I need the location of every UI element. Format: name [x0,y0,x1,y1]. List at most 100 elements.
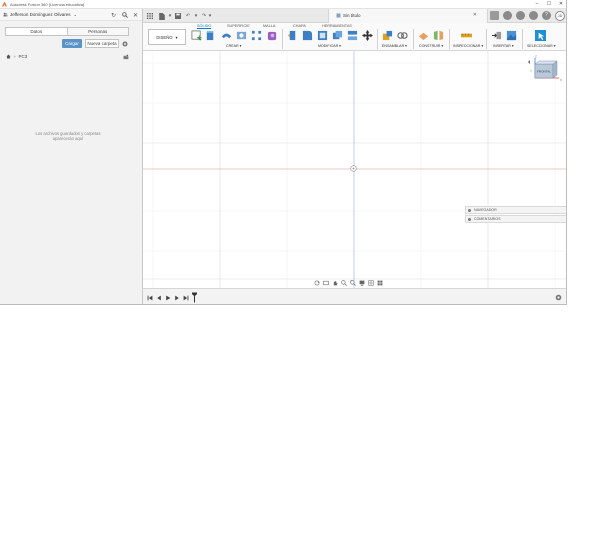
document-title: Sin título [343,13,361,18]
orbit-icon[interactable] [313,280,320,286]
chevron-down-icon[interactable]: ⌄ [73,12,76,17]
insert-image-icon[interactable] [506,30,517,41]
job-status-icon[interactable] [516,11,525,20]
minimize-button[interactable]: – [531,0,543,9]
refresh-icon[interactable]: ↻ [110,11,117,19]
group-assemble[interactable]: ENSAMBLAR ▾ [382,44,407,48]
extrude-icon[interactable] [205,30,216,41]
tab-sheet-metal[interactable]: CHAPA [293,24,306,28]
tab-solid[interactable]: SÓLIDO [197,24,212,29]
hole-icon[interactable] [236,30,247,41]
tab-tools[interactable]: HERRAMIENTAS [322,24,352,28]
joint-icon[interactable] [397,30,408,41]
collapse-icon[interactable] [468,217,471,221]
new-folder-button[interactable]: Nueva carpeta [85,39,119,48]
avatar[interactable]: JD [555,11,565,21]
file-icon[interactable] [158,12,166,20]
chevron-down-icon[interactable]: ▾ [166,12,174,20]
title-bar: Autodesk Fusion 360 (Licencia educativa)… [0,0,566,9]
comments-panel-header[interactable]: COMENTARIOS [465,215,566,223]
grid-menu-icon[interactable] [146,12,154,20]
tab-data[interactable]: Datos [6,28,67,35]
group-modify-label: MODIFICAR [318,44,339,48]
hub-user-name[interactable]: Jefferson Domínguez Olivares [10,12,70,17]
gear-icon[interactable] [122,40,128,47]
tab-people[interactable]: Personas [66,28,128,35]
new-folder-icon[interactable] [123,54,129,60]
close-button[interactable]: ✕ [555,0,566,9]
close-tab-icon[interactable]: ✕ [473,12,477,18]
chevron-down-icon: ▾ [441,44,444,48]
document-tab[interactable]: Sin título ✕ [328,9,488,23]
group-insert[interactable]: INSERTAR ▾ [493,44,514,48]
ribbon-separator [282,29,283,49]
pan-icon[interactable] [331,280,338,286]
group-construct[interactable]: CONSTRUIR ▾ [419,44,443,48]
appbar-right-tools: ? JD [490,11,565,21]
look-at-icon[interactable] [322,280,329,286]
chevron-down-icon[interactable]: ▾ [192,12,200,20]
tab-mesh[interactable]: MALLA [263,24,275,28]
notifications-icon[interactable] [529,11,538,20]
component-icon [336,13,341,18]
data-panel-tools: ↻ ✕ [110,11,139,19]
group-select[interactable]: SELECCIONAR ▾ [527,44,556,48]
timeline-settings-icon[interactable] [555,294,562,301]
select-icon[interactable] [535,30,546,41]
midplane-icon[interactable] [433,30,444,41]
floating-panels: NAVEGADOR COMENTARIOS [465,206,566,224]
workspace-switcher[interactable]: DISEÑO ▾ [148,29,186,45]
group-modify[interactable]: MODIFICAR ▾ [318,44,341,48]
maximize-button[interactable]: ☐ [543,0,555,9]
navigation-bar [313,279,383,287]
undo-icon[interactable]: ↶ [184,12,192,20]
browser-panel-header[interactable]: NAVEGADOR [465,206,566,214]
extensions-icon[interactable] [503,11,512,20]
ribbon-separator [377,29,378,49]
chevron-down-icon: ▾ [239,44,242,48]
group-inspect[interactable]: INSPECCIONAR ▾ [453,44,483,48]
save-icon[interactable] [174,12,182,20]
measure-icon[interactable] [461,30,472,41]
display-settings-icon[interactable] [358,280,365,286]
combine-icon[interactable] [332,30,343,41]
help-icon[interactable]: ? [542,11,551,20]
viewports-icon[interactable] [376,280,383,286]
close-panel-icon[interactable]: ✕ [132,11,139,19]
zoom-icon[interactable] [340,280,347,286]
upload-button[interactable]: Cargar [62,39,82,48]
shell-icon[interactable] [317,30,328,41]
group-assemble-label: ENSAMBLAR [382,44,405,48]
viewcube[interactable]: FRONTAL Z X Y [527,54,563,90]
split-body-icon[interactable] [347,30,358,41]
tab-surface[interactable]: SUPERFICIE [227,24,250,28]
design-canvas[interactable]: FRONTAL Z X Y NAVEGADOR COMENTARIOS [143,51,566,288]
browser-label: NAVEGADOR [474,208,497,212]
fillet-icon[interactable] [302,30,313,41]
revolve-icon[interactable] [221,30,232,41]
go-to-start-icon[interactable] [146,294,153,301]
chevron-down-icon[interactable]: ▾ [206,12,214,20]
search-icon[interactable] [121,11,128,19]
go-to-end-icon[interactable] [182,294,189,301]
timeline-marker-icon[interactable] [191,291,198,303]
create-form-icon[interactable] [267,30,278,41]
play-icon[interactable] [164,294,171,301]
new-tab-icon[interactable] [490,11,499,20]
pattern-icon[interactable] [251,30,262,41]
zoom-window-icon[interactable] [349,280,356,286]
group-create[interactable]: CREAR ▾ [226,44,241,48]
create-sketch-icon[interactable] [191,30,202,41]
step-forward-icon[interactable] [173,294,180,301]
grid-settings-icon[interactable] [367,280,374,286]
breadcrumb-project[interactable]: PC3 [19,54,28,59]
new-component-icon[interactable] [382,30,393,41]
press-pull-icon[interactable] [287,30,298,41]
step-back-icon[interactable] [155,294,162,301]
move-icon[interactable] [362,30,373,41]
origin-icon[interactable] [350,165,357,172]
home-icon[interactable] [6,54,11,59]
offset-plane-icon[interactable] [418,30,429,41]
insert-derive-icon[interactable] [491,30,502,41]
collapse-icon[interactable] [468,208,471,212]
